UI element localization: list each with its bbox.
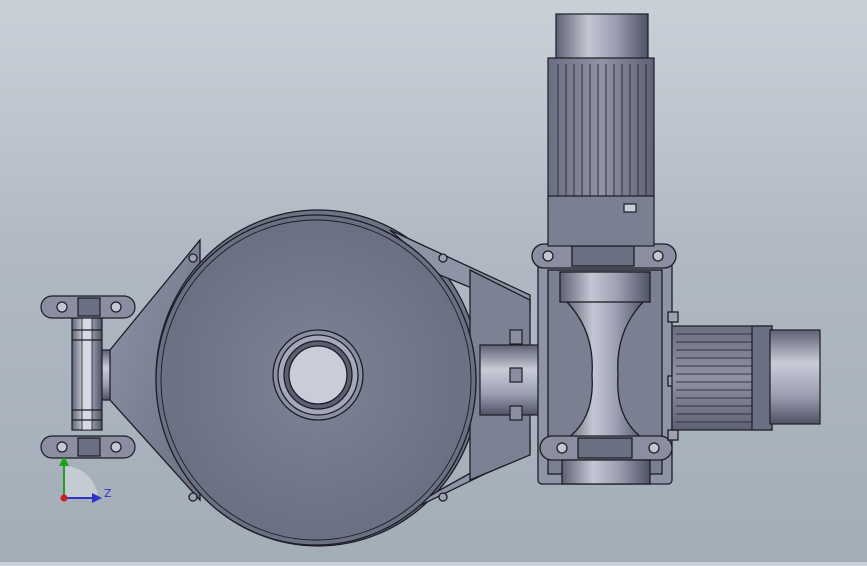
triad-origin [60, 494, 68, 502]
triad-z-label: Z [104, 487, 112, 500]
top-motor [547, 13, 655, 247]
graphics-viewport[interactable]: Z [0, 0, 867, 562]
triad-plane [64, 465, 98, 498]
view-triad[interactable]: Z [59, 456, 112, 503]
side-motor [671, 325, 821, 431]
model-view[interactable]: Z [0, 0, 867, 562]
main-housing [109, 209, 531, 547]
rotary-valve-body [531, 243, 679, 485]
